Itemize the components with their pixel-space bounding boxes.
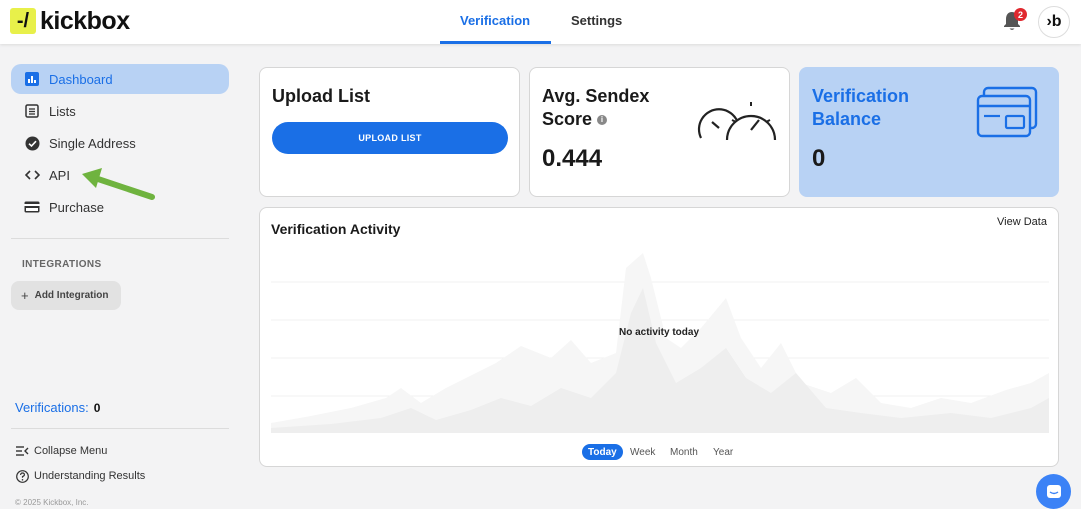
annotation-arrow-icon [82, 168, 155, 200]
activity-title: Verification Activity [271, 221, 401, 237]
sidebar-item-label: API [49, 167, 70, 183]
range-year-button[interactable]: Year [713, 444, 733, 460]
add-integration-label: Add Integration [34, 290, 109, 301]
copyright-text: © 2025 Kickbox, Inc. [15, 498, 89, 507]
add-integration-button[interactable]: + Add Integration [11, 281, 121, 310]
logo-text: kickbox [40, 6, 130, 35]
sidebar-divider [11, 238, 229, 239]
bar-chart-icon [24, 71, 40, 87]
check-circle-icon [24, 135, 40, 151]
active-tab-indicator [440, 41, 551, 44]
collapse-menu-label: Collapse Menu [34, 445, 108, 457]
view-data-link[interactable]: View Data [997, 216, 1047, 228]
sendex-score-card: Avg. Sendex Score i 0.444 [529, 67, 790, 197]
chat-icon [1046, 484, 1061, 498]
understanding-results-label: Understanding Results [34, 470, 146, 482]
avatar[interactable]: ›b [1038, 6, 1070, 38]
activity-chart-placeholder [271, 253, 1049, 433]
collapse-menu-button[interactable]: Collapse Menu [15, 444, 107, 458]
sidebar-item-label: Dashboard [49, 71, 113, 87]
empty-state-message: No activity today [618, 327, 700, 338]
sidebar-divider-bottom [11, 428, 229, 429]
top-bar: -/ kickbox Verification Settings 2 ›b [0, 0, 1081, 44]
verifications-count: Verifications: 0 [15, 400, 100, 415]
collapse-icon [15, 444, 29, 458]
sendex-score-value: 0.444 [542, 145, 603, 172]
logo-mark: -/ [10, 8, 36, 34]
sidebar-item-single-address[interactable]: Single Address [11, 128, 229, 158]
sidebar-item-label: Single Address [49, 135, 136, 151]
info-icon[interactable]: i [597, 114, 608, 125]
verifications-value: 0 [93, 401, 101, 415]
chat-support-button[interactable] [1036, 474, 1071, 509]
verification-activity-card: Verification Activity View Data No activ… [259, 207, 1059, 467]
balance-title-line1: Verification [812, 86, 910, 106]
upload-list-card: Upload List UPLOAD LIST [259, 67, 520, 197]
verifications-label: Verifications: [15, 400, 89, 415]
sendex-title-line2-row: Score i [542, 108, 608, 131]
credit-card-icon [24, 199, 40, 215]
kickbox-logo[interactable]: -/ kickbox [10, 6, 130, 35]
list-icon [24, 103, 40, 119]
range-week-button[interactable]: Week [630, 444, 655, 460]
upload-list-button[interactable]: UPLOAD LIST [272, 122, 508, 154]
integrations-heading: INTEGRATIONS [22, 259, 102, 270]
range-today-button[interactable]: Today [582, 444, 623, 460]
sidebar-item-lists[interactable]: Lists [11, 96, 229, 126]
range-month-button[interactable]: Month [670, 444, 698, 460]
sendex-title-line2: Score [542, 109, 593, 129]
sidebar-item-dashboard[interactable]: Dashboard [11, 64, 229, 94]
balance-value: 0 [812, 145, 826, 172]
help-circle-icon [15, 469, 29, 483]
credit-cards-icon [976, 86, 1038, 138]
code-icon [24, 167, 40, 183]
balance-title-line2: Balance [812, 109, 882, 129]
tab-verification[interactable]: Verification [460, 13, 530, 28]
sidebar-item-label: Lists [49, 103, 76, 119]
plus-icon: + [21, 288, 29, 303]
upload-list-title: Upload List [272, 86, 370, 106]
tab-settings[interactable]: Settings [571, 13, 622, 28]
verification-balance-card: Verification Balance 0 [799, 67, 1059, 197]
sendex-title-line1: Avg. Sendex [542, 86, 650, 106]
notification-badge: 2 [1014, 8, 1027, 21]
understanding-results-link[interactable]: Understanding Results [15, 469, 145, 483]
speedometer-icon [697, 102, 777, 141]
